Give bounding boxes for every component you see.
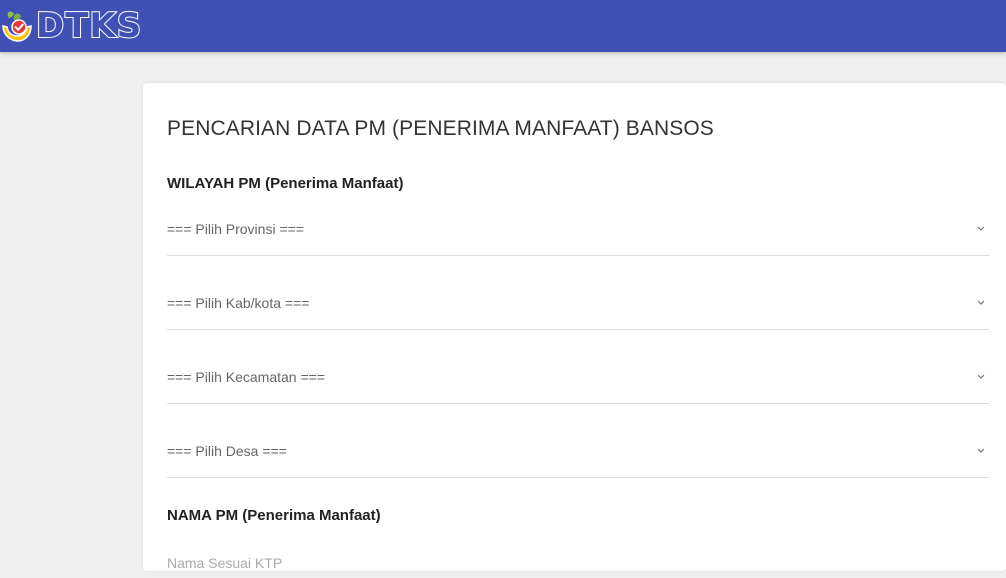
kabkota-select-value: === Pilih Kab/kota === [167, 295, 310, 311]
chevron-down-icon [975, 369, 987, 381]
top-navbar: DTKS [0, 0, 1006, 52]
logo-text: DTKS [35, 5, 143, 47]
nama-section-label: NAMA PM (Penerima Manfaat) [167, 507, 381, 524]
desa-select-value: === Pilih Desa === [167, 443, 287, 459]
chevron-down-icon [975, 221, 987, 233]
desa-select[interactable]: === Pilih Desa === [167, 427, 989, 478]
search-form-card: PENCARIAN DATA PM (PENERIMA MANFAAT) BAN… [143, 83, 1006, 578]
page-title: PENCARIAN DATA PM (PENERIMA MANFAAT) BAN… [167, 117, 714, 140]
kecamatan-select[interactable]: === Pilih Kecamatan === [167, 353, 989, 404]
provinsi-select-value: === Pilih Provinsi === [167, 221, 304, 237]
wilayah-section-label: WILAYAH PM (Penerima Manfaat) [167, 175, 404, 192]
chevron-down-icon [975, 443, 987, 455]
dtks-logo[interactable]: DTKS [0, 4, 142, 48]
kabkota-select[interactable]: === Pilih Kab/kota === [167, 279, 989, 330]
chevron-down-icon [975, 295, 987, 307]
nama-input[interactable] [167, 548, 989, 578]
kecamatan-select-value: === Pilih Kecamatan === [167, 369, 325, 385]
dtks-hands-check-logo-icon [0, 8, 34, 44]
provinsi-select[interactable]: === Pilih Provinsi === [167, 205, 989, 256]
